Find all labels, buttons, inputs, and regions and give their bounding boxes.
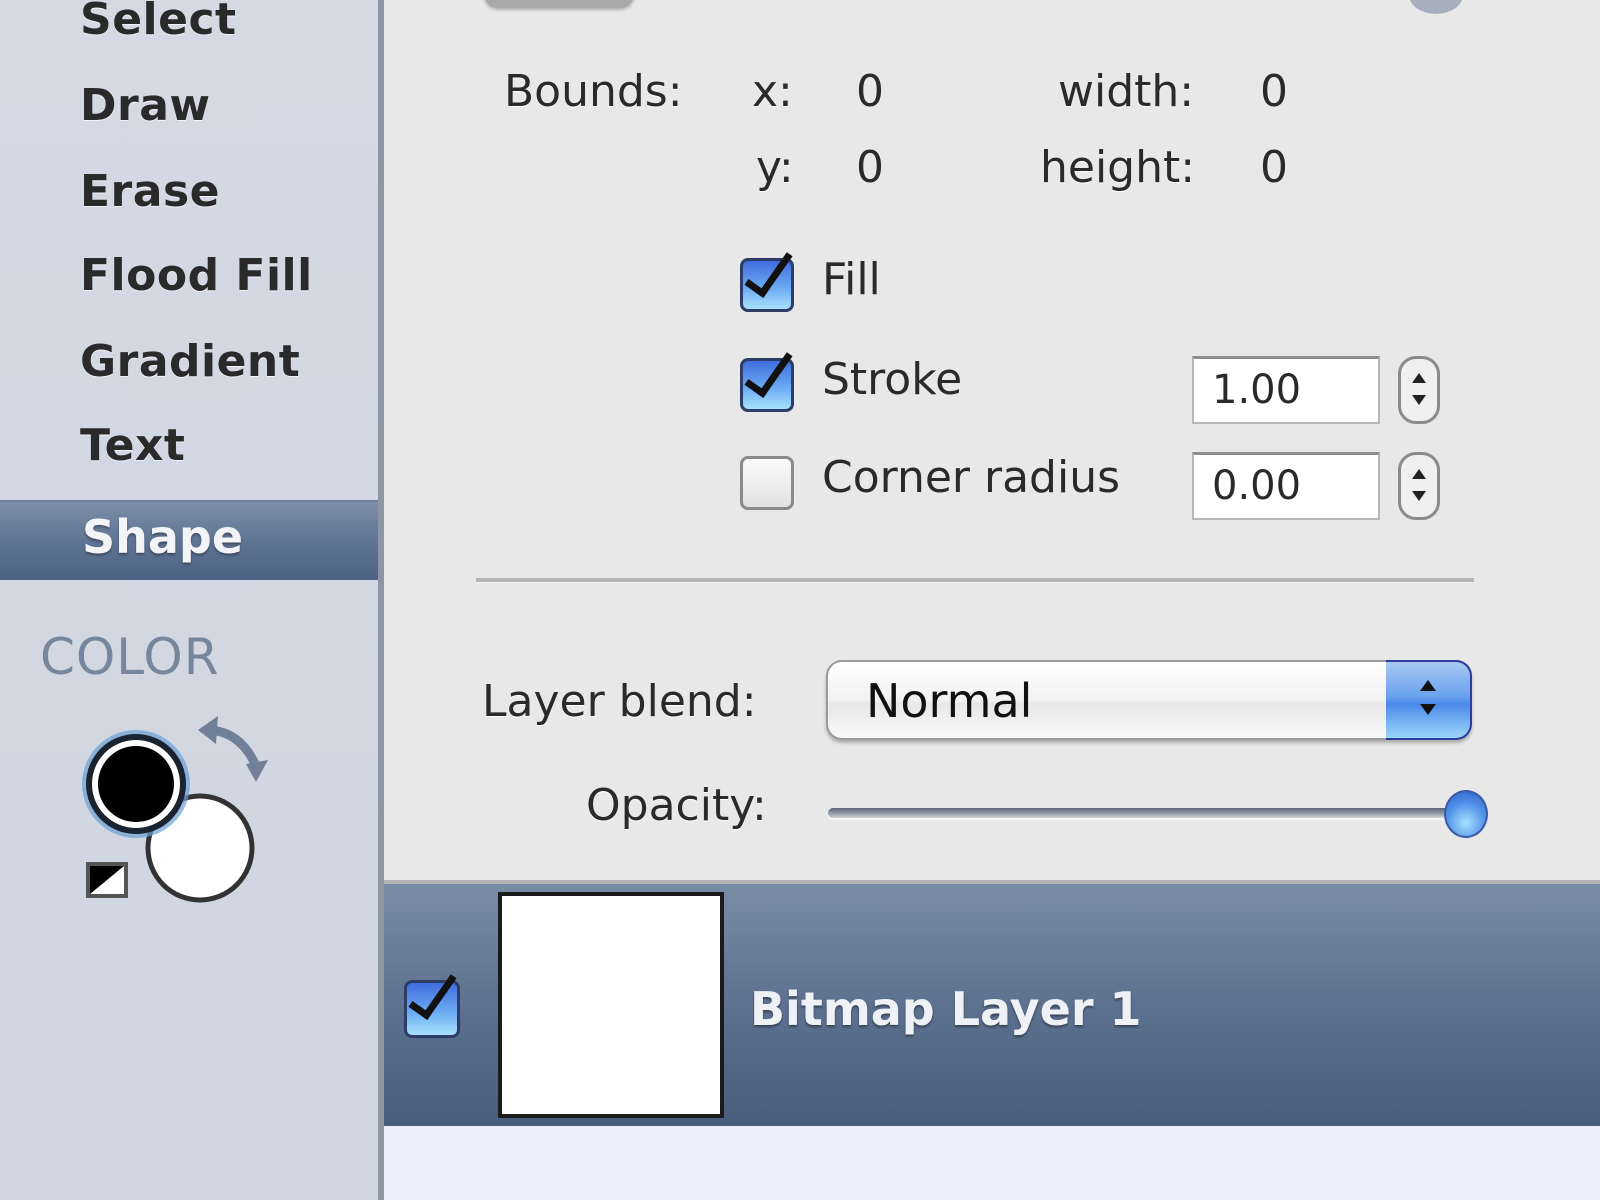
fill-label: Fill	[822, 254, 881, 305]
layers-panel: Bitmap Layer 1	[384, 880, 1600, 1200]
tool-shape[interactable]: Shape	[0, 500, 378, 580]
bounds-label: Bounds:	[504, 66, 683, 117]
bounds-x-value: 0	[856, 66, 884, 117]
layer-name: Bitmap Layer 1	[750, 982, 1142, 1036]
layer-thumbnail	[498, 892, 724, 1118]
corner-radius-label: Corner radius	[822, 452, 1121, 503]
tool-gradient[interactable]: Gradient	[80, 336, 300, 387]
default-colors-icon[interactable]	[86, 862, 128, 898]
tool-text[interactable]: Text	[80, 420, 185, 471]
toolbar-circle-partial[interactable]	[1409, 0, 1463, 14]
stroke-width-input[interactable]: 1.00	[1192, 356, 1380, 424]
stepper-down-icon[interactable]	[1412, 491, 1426, 501]
select-arrows-icon	[1386, 660, 1472, 740]
bounds-height-value: 0	[1260, 142, 1288, 193]
corner-radius-checkbox[interactable]	[740, 456, 794, 510]
corner-radius-stepper[interactable]	[1398, 452, 1440, 520]
stepper-down-icon[interactable]	[1412, 395, 1426, 405]
bounds-width-value: 0	[1260, 66, 1288, 117]
color-heading: COLOR	[40, 628, 220, 686]
bounds-height-label: height:	[1040, 142, 1196, 193]
toolbar-button-partial[interactable]	[484, 0, 634, 8]
layer-blend-select[interactable]: Normal	[826, 660, 1472, 740]
fill-checkbox[interactable]	[740, 258, 794, 312]
color-picker	[70, 710, 290, 920]
tool-flood-fill[interactable]: Flood Fill	[80, 250, 313, 301]
bounds-y-label: y:	[756, 142, 794, 193]
stroke-checkbox[interactable]	[740, 358, 794, 412]
tool-select[interactable]: Select	[80, 0, 237, 45]
tool-draw[interactable]: Draw	[80, 80, 211, 131]
stroke-width-stepper[interactable]	[1398, 356, 1440, 424]
tool-options-panel: Bounds: x: 0 width: 0 y: 0 height: 0 Fil…	[384, 0, 1600, 880]
layer-row[interactable]: Bitmap Layer 1	[384, 880, 1600, 1126]
bounds-y-value: 0	[856, 142, 884, 193]
opacity-slider-thumb[interactable]	[1444, 790, 1488, 838]
corner-radius-input[interactable]: 0.00	[1192, 452, 1380, 520]
stepper-up-icon[interactable]	[1412, 469, 1426, 479]
layer-visibility-checkbox[interactable]	[404, 980, 460, 1038]
tool-erase[interactable]: Erase	[80, 166, 220, 217]
swap-arrows-icon[interactable]	[198, 716, 268, 782]
section-divider	[476, 578, 1474, 583]
tools-sidebar: Select Draw Erase Flood Fill Gradient Te…	[0, 0, 384, 1200]
stroke-label: Stroke	[822, 354, 963, 405]
bounds-width-label: width:	[1058, 66, 1195, 117]
stepper-up-icon[interactable]	[1412, 373, 1426, 383]
layer-blend-value: Normal	[866, 674, 1033, 728]
opacity-label: Opacity:	[586, 780, 767, 831]
layer-blend-label: Layer blend:	[482, 676, 757, 727]
tool-shape-label: Shape	[82, 510, 244, 564]
foreground-color-swatch[interactable]	[82, 730, 190, 838]
opacity-slider[interactable]	[828, 808, 1458, 818]
bounds-x-label: x:	[752, 66, 793, 117]
